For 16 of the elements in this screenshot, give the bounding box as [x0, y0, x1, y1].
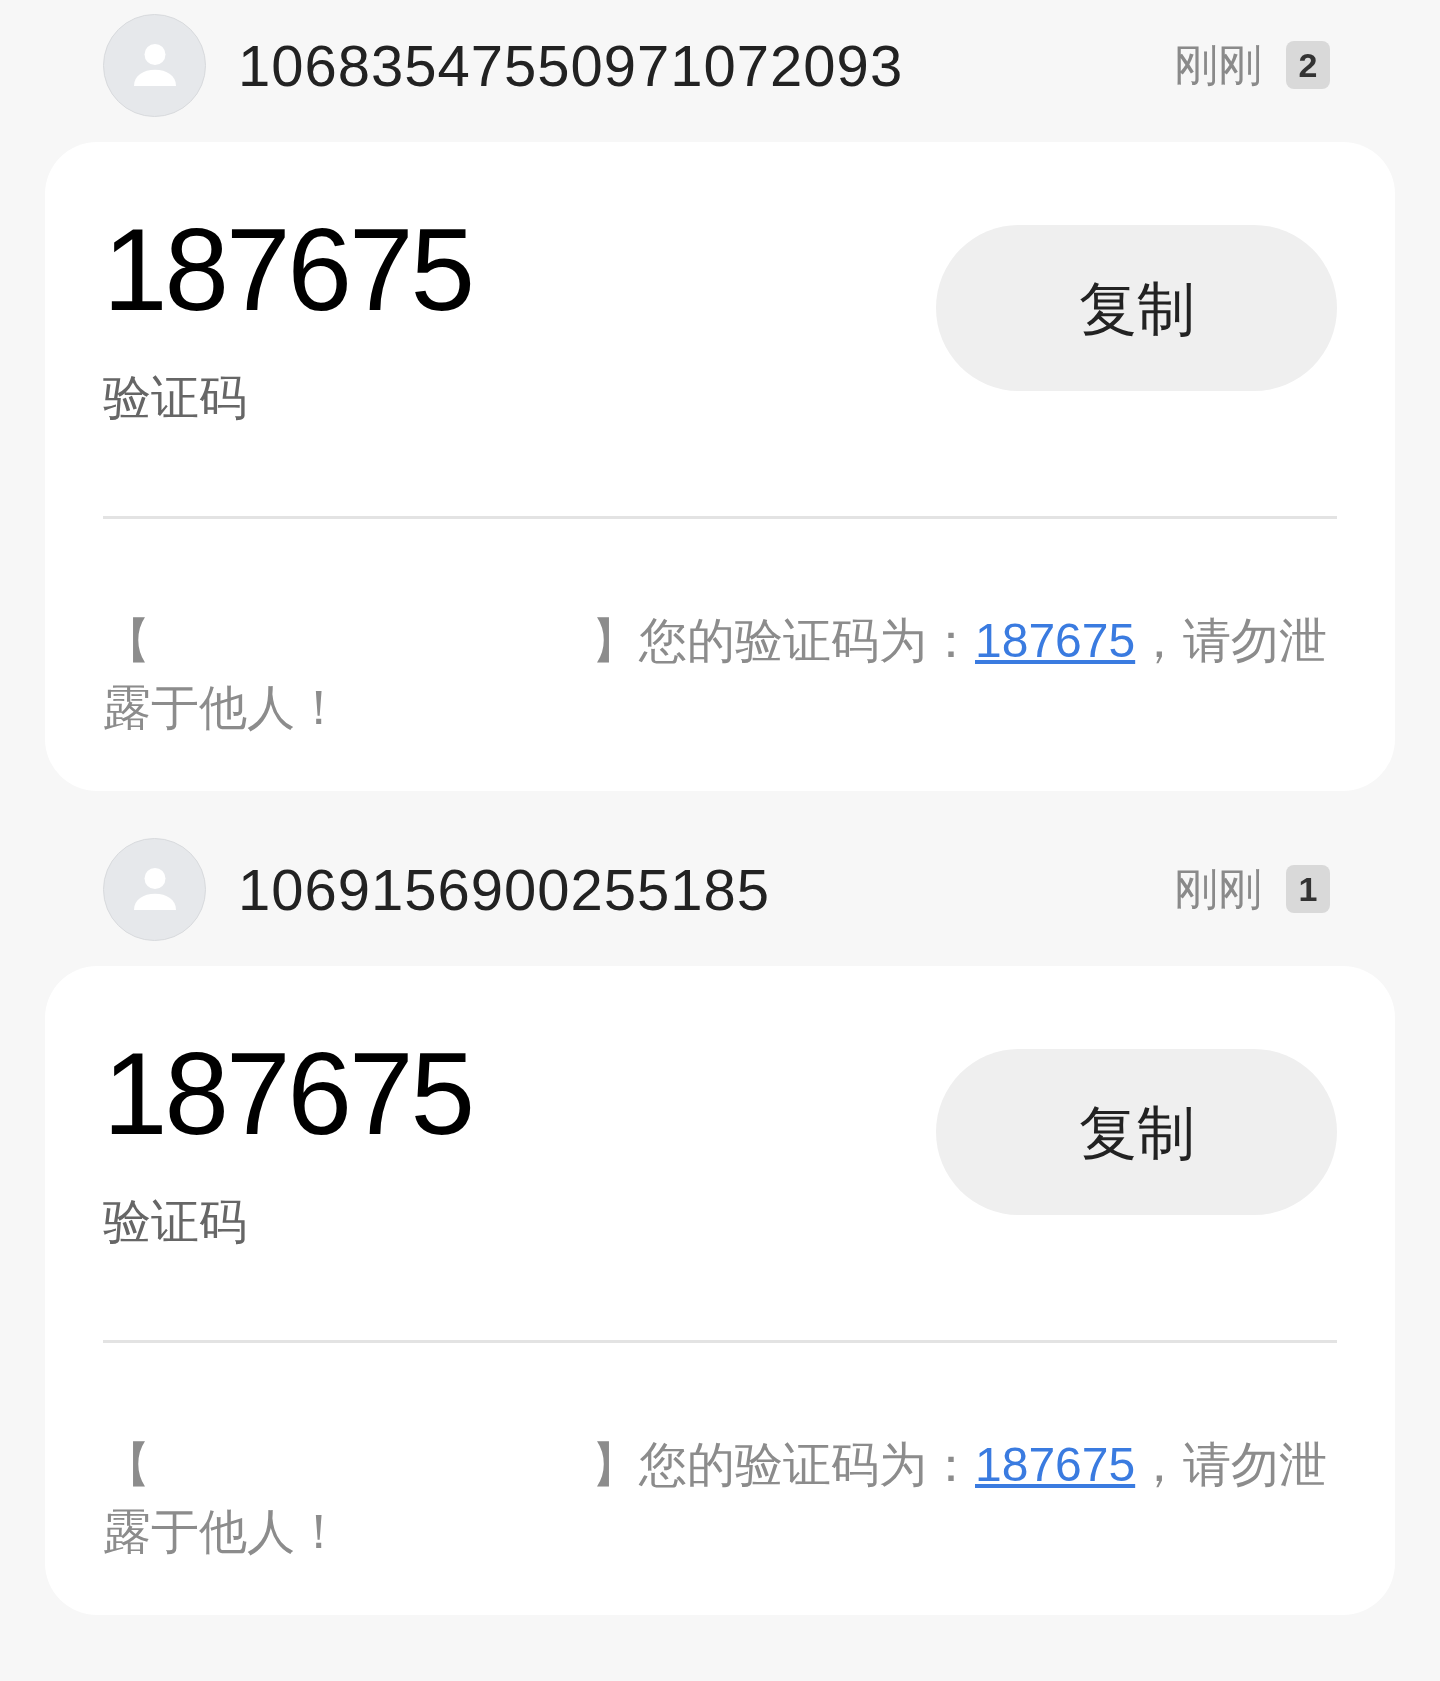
code-label: 验证码 [103, 370, 248, 426]
code-label: 验证码 [103, 1194, 248, 1250]
verification-code: 187675 [103, 1036, 473, 1152]
copy-button[interactable]: 复制 [936, 1049, 1337, 1215]
code-link[interactable]: 187675 [975, 1438, 1136, 1491]
message-text: 【 】您的验证码为：187675，请勿泄露于他人！ [103, 1437, 1329, 1560]
sender-number: 10683547550971072093 [238, 31, 904, 100]
unread-count-badge: 2 [1286, 41, 1330, 89]
message-text: 【 】您的验证码为：187675，请勿泄露于他人！ [103, 613, 1329, 736]
copy-button[interactable]: 复制 [936, 225, 1337, 391]
timestamp: 刚刚 [1174, 863, 1262, 915]
verification-code: 187675 [103, 212, 473, 328]
sender-number: 1069156900255185 [238, 855, 771, 924]
timestamp: 刚刚 [1174, 39, 1262, 91]
code-link[interactable]: 187675 [975, 614, 1136, 667]
unread-count-badge: 1 [1286, 865, 1330, 913]
